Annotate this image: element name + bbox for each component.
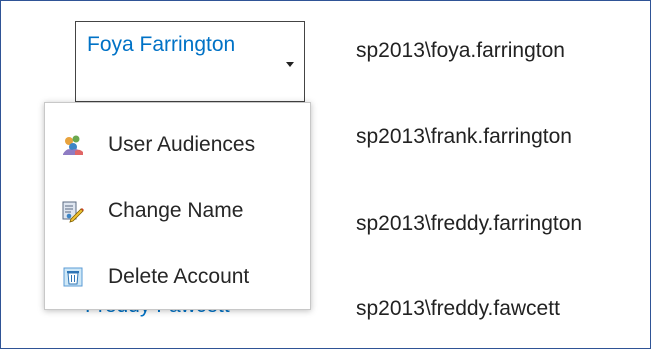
user-profiles-panel: Foya Farrington sp2013\foya.farrington s… [0, 0, 651, 349]
delete-account-icon [63, 267, 83, 287]
user-context-menu: User Audiences Change Name Delete Accoun… [44, 102, 311, 310]
menu-item-label: User Audiences [108, 133, 256, 156]
user-name-dropdown[interactable]: Foya Farrington [75, 21, 305, 102]
menu-item-label: Change Name [108, 199, 244, 222]
menu-item-delete-account[interactable]: Delete Account [45, 249, 310, 305]
change-name-icon [62, 201, 84, 223]
menu-item-change-name[interactable]: Change Name [45, 183, 310, 239]
menu-item-user-audiences[interactable]: User Audiences [45, 117, 310, 173]
chevron-down-icon[interactable] [286, 62, 294, 67]
account-name-cell: sp2013\freddy.farrington [356, 212, 583, 235]
user-audiences-icon [63, 135, 83, 155]
user-name-link[interactable]: Foya Farrington [87, 30, 247, 59]
menu-item-label: Delete Account [108, 265, 250, 288]
account-name-cell: sp2013\frank.farrington [356, 125, 572, 148]
account-name-cell: sp2013\foya.farrington [356, 39, 565, 62]
account-name-cell: sp2013\freddy.fawcett [356, 297, 560, 320]
